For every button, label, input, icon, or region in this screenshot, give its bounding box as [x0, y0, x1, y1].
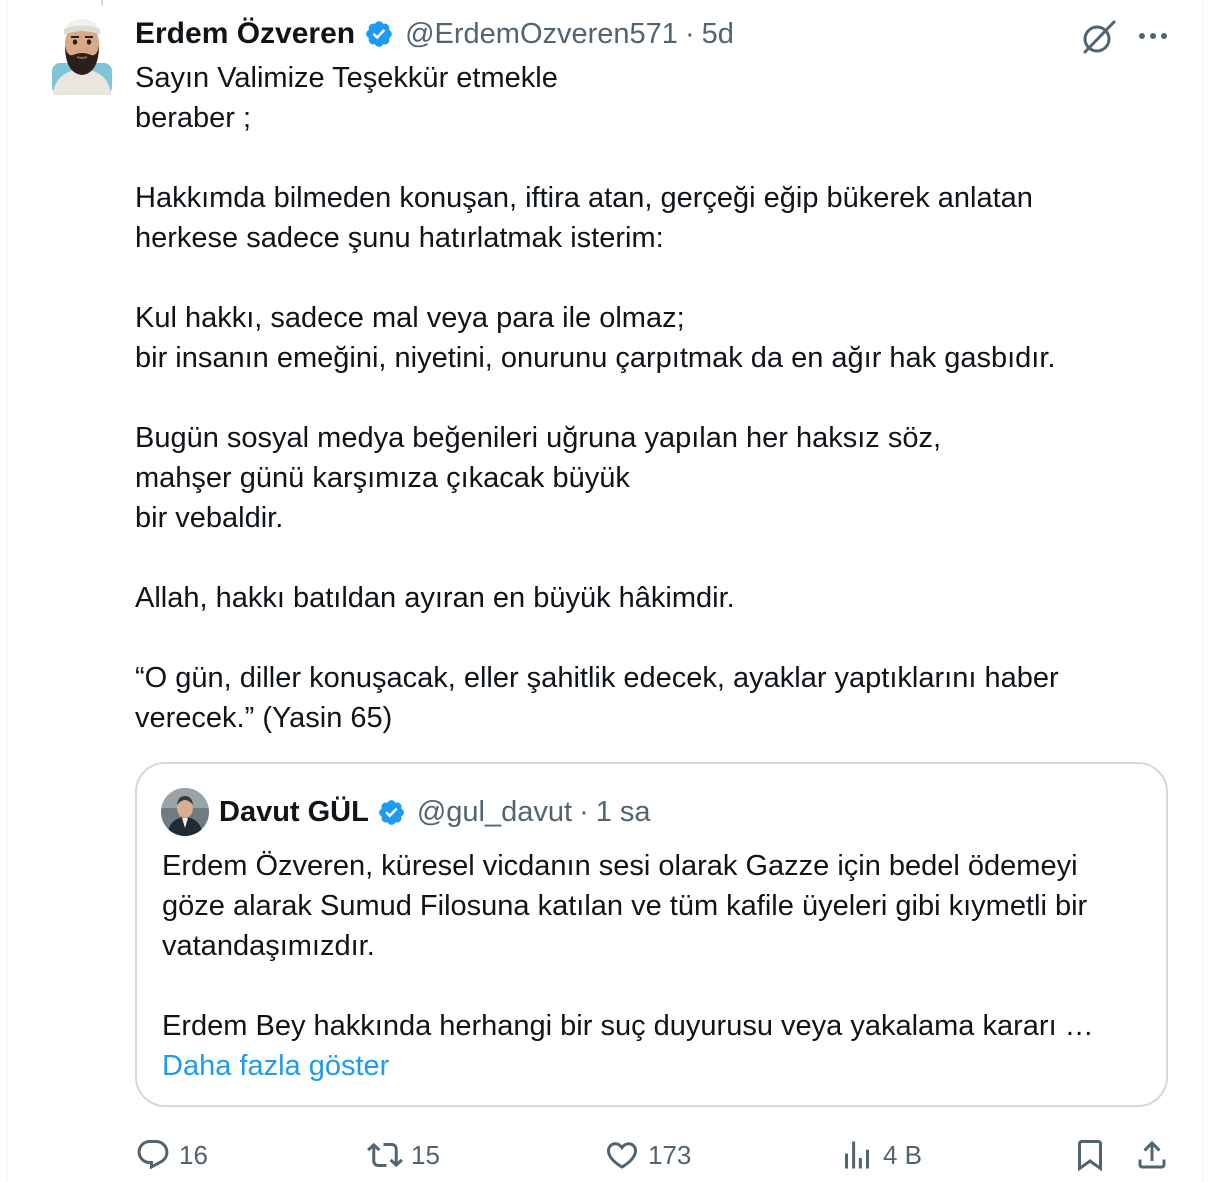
quoted-line: Erdem Özveren, küresel vicdanın sesi ola… — [162, 850, 1078, 882]
like-count: 173 — [648, 1139, 692, 1170]
repost-count: 15 — [411, 1139, 440, 1170]
repost-button[interactable]: 15 — [367, 1132, 440, 1178]
quoted-text: Erdem Özveren, küresel vicdanın sesi ola… — [162, 846, 1152, 1046]
thread-line — [101, 0, 103, 5]
quoted-timestamp[interactable]: 1 sa — [596, 796, 651, 829]
tweet-header: Erdem Özveren @ErdemOzveren571 · 5d — [135, 14, 734, 54]
author-avatar[interactable] — [51, 13, 113, 95]
quoted-header: Davut GÜL @gul_davut · 1 sa — [219, 792, 651, 832]
grok-icon[interactable] — [1080, 18, 1118, 56]
tweet-line: Kul hakkı, sadece mal veya para ile olma… — [135, 302, 685, 334]
bookmark-button[interactable] — [1072, 1132, 1108, 1178]
tweet-line: verecek.” (Yasin 65) — [135, 702, 393, 734]
heart-icon — [606, 1142, 638, 1169]
quoted-line: vatandaşımızdır. — [162, 930, 375, 962]
reply-count: 16 — [179, 1139, 208, 1170]
tweet-line: Sayın Valimize Teşekkür etmekle — [135, 62, 558, 94]
views-icon — [845, 1141, 869, 1169]
share-icon — [1138, 1140, 1166, 1169]
quoted-line: Erdem Bey hakkında herhangi bir suç duyu… — [162, 1010, 1094, 1042]
separator-dot: · — [684, 17, 695, 50]
reply-button[interactable]: 16 — [135, 1132, 208, 1178]
quoted-author-name[interactable]: Davut GÜL — [219, 796, 369, 829]
tweet-line: Hakkımda bilmeden konuşan, iftira atan, … — [135, 182, 1033, 214]
quoted-line: göze alarak Sumud Filosuna katılan ve tü… — [162, 890, 1088, 922]
tweet-timestamp[interactable]: 5d — [702, 18, 734, 51]
tweet-line: bir vebaldir. — [135, 502, 284, 534]
timeline-border-right — [1203, 0, 1204, 1182]
views-button[interactable]: 4 B — [839, 1132, 922, 1178]
tweet-line: mahşer günü karşımıza çıkacak büyük — [135, 462, 630, 494]
tweet-line: herkese sadece şunu hatırlatmak isterim: — [135, 222, 664, 254]
show-more-link[interactable]: Daha fazla göster — [162, 1046, 389, 1086]
action-bar: 16 15 173 4 B — [0, 1132, 1210, 1178]
like-button[interactable]: 173 — [604, 1132, 691, 1178]
tweet-line: bir insanın emeğini, niyetini, onurunu ç… — [135, 342, 1056, 374]
share-button[interactable] — [1134, 1132, 1170, 1178]
verified-badge-icon[interactable] — [364, 19, 394, 49]
separator-dot: · — [579, 795, 589, 828]
tweet-line: beraber ; — [135, 102, 252, 134]
quoted-tweet-card[interactable]: Davut GÜL @gul_davut · 1 sa Erdem Özvere… — [135, 762, 1168, 1107]
quoted-author-handle[interactable]: @gul_davut — [417, 796, 572, 829]
more-icon[interactable] — [1136, 22, 1170, 50]
bookmark-icon — [1078, 1140, 1102, 1172]
author-name[interactable]: Erdem Özveren — [135, 17, 355, 51]
views-count: 4 B — [883, 1139, 923, 1170]
verified-badge-icon[interactable] — [377, 798, 406, 827]
quoted-author-avatar[interactable] — [161, 788, 209, 836]
tweet-line: Bugün sosyal medya beğenileri uğruna yap… — [135, 422, 942, 454]
repost-icon — [367, 1142, 403, 1168]
author-handle[interactable]: @ErdemOzveren571 — [405, 18, 678, 51]
tweet-line: Allah, hakkı batıldan ayıran en büyük hâ… — [135, 582, 735, 614]
tweet-line: “O gün, diller konuşacak, eller şahitlik… — [135, 662, 1059, 694]
timeline-border-left — [6, 0, 7, 1182]
reply-icon — [137, 1140, 169, 1170]
tweet-text: Sayın Valimize Teşekkür etmekle beraber … — [135, 58, 1165, 738]
